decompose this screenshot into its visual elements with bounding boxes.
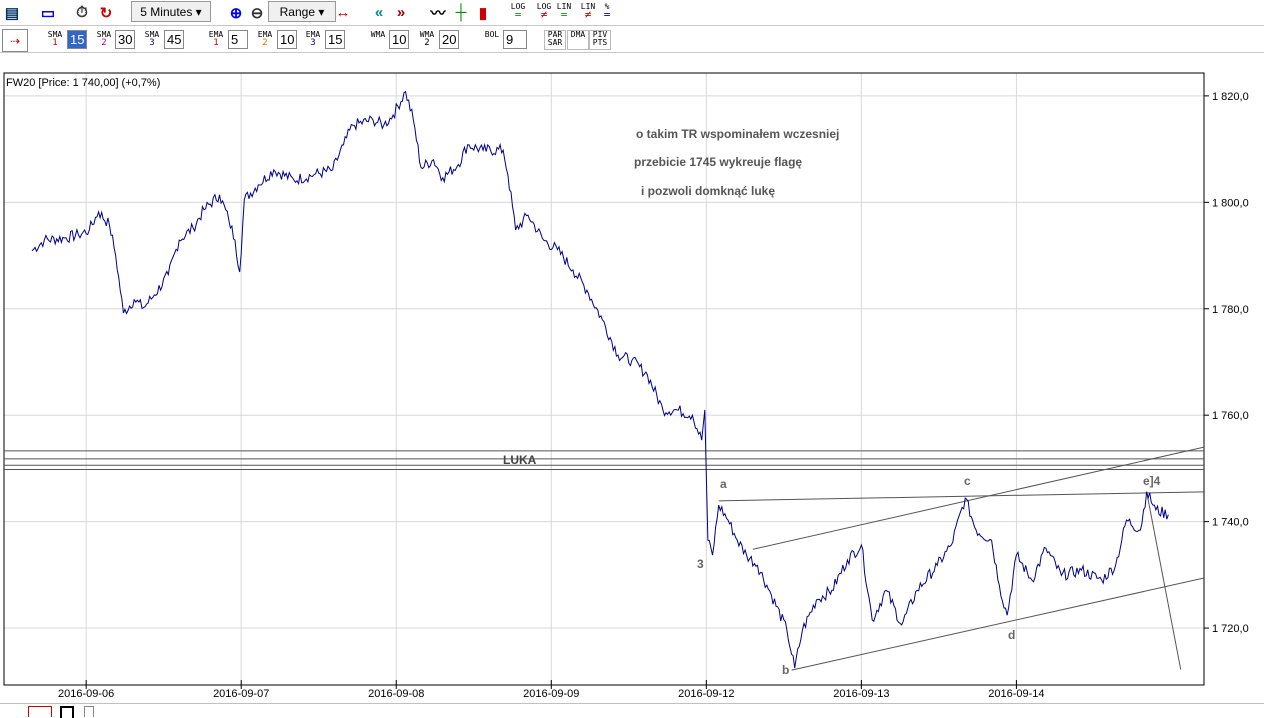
plot-frame bbox=[3, 72, 1205, 686]
y-tick-label: 1 820,0 bbox=[1212, 91, 1249, 103]
wave-label-d: d bbox=[1008, 628, 1016, 642]
channel-lower[interactable] bbox=[791, 577, 1205, 671]
wave-label-a: a bbox=[720, 477, 727, 491]
annotation-text: i pozwoli domknąć lukę bbox=[641, 184, 776, 198]
wave-label-c: c bbox=[964, 474, 971, 488]
y-tick-label: 1 760,0 bbox=[1212, 410, 1249, 422]
x-tick-label: 2016-09-12 bbox=[678, 688, 734, 700]
wave-label-3: 3 bbox=[697, 557, 704, 571]
y-tick-label: 1 800,0 bbox=[1212, 197, 1249, 209]
bottom-toolbar bbox=[0, 703, 1264, 718]
chart-header: FW20 [Price: 1 740,00] (+0,7%) bbox=[6, 77, 161, 89]
annotation-text: o takim TR wspominałem wczesniej bbox=[636, 127, 840, 141]
y-tick-label: 1 740,0 bbox=[1212, 517, 1249, 529]
x-tick-label: 2016-09-07 bbox=[213, 688, 269, 700]
x-tick-label: 2016-09-09 bbox=[523, 688, 579, 700]
annotation-text: przebicie 1745 wykreuje flagę bbox=[634, 155, 803, 169]
tool-icon[interactable] bbox=[84, 706, 94, 717]
projection-line[interactable] bbox=[1146, 491, 1182, 670]
y-tick-label: 1 780,0 bbox=[1212, 304, 1249, 316]
x-tick-label: 2016-09-08 bbox=[368, 688, 424, 700]
wave-label-e: e]4 bbox=[1143, 474, 1161, 488]
x-tick-label: 2016-09-06 bbox=[58, 688, 114, 700]
x-tick-label: 2016-09-13 bbox=[833, 688, 889, 700]
tool-icon[interactable] bbox=[60, 706, 74, 718]
wave-label-b: b bbox=[782, 663, 790, 677]
tool-icon[interactable] bbox=[28, 706, 52, 717]
y-tick-label: 1 720,0 bbox=[1212, 623, 1249, 635]
resistance-line[interactable] bbox=[718, 491, 1205, 502]
price-chart[interactable]: 1 720,0 1 740,0 1 760,0 1 780,0 1 800,0 1 820… bbox=[0, 0, 1264, 705]
x-tick-label: 2016-09-14 bbox=[988, 688, 1044, 700]
price-series-line bbox=[31, 90, 1169, 669]
gap-label: LUKA bbox=[503, 453, 537, 467]
